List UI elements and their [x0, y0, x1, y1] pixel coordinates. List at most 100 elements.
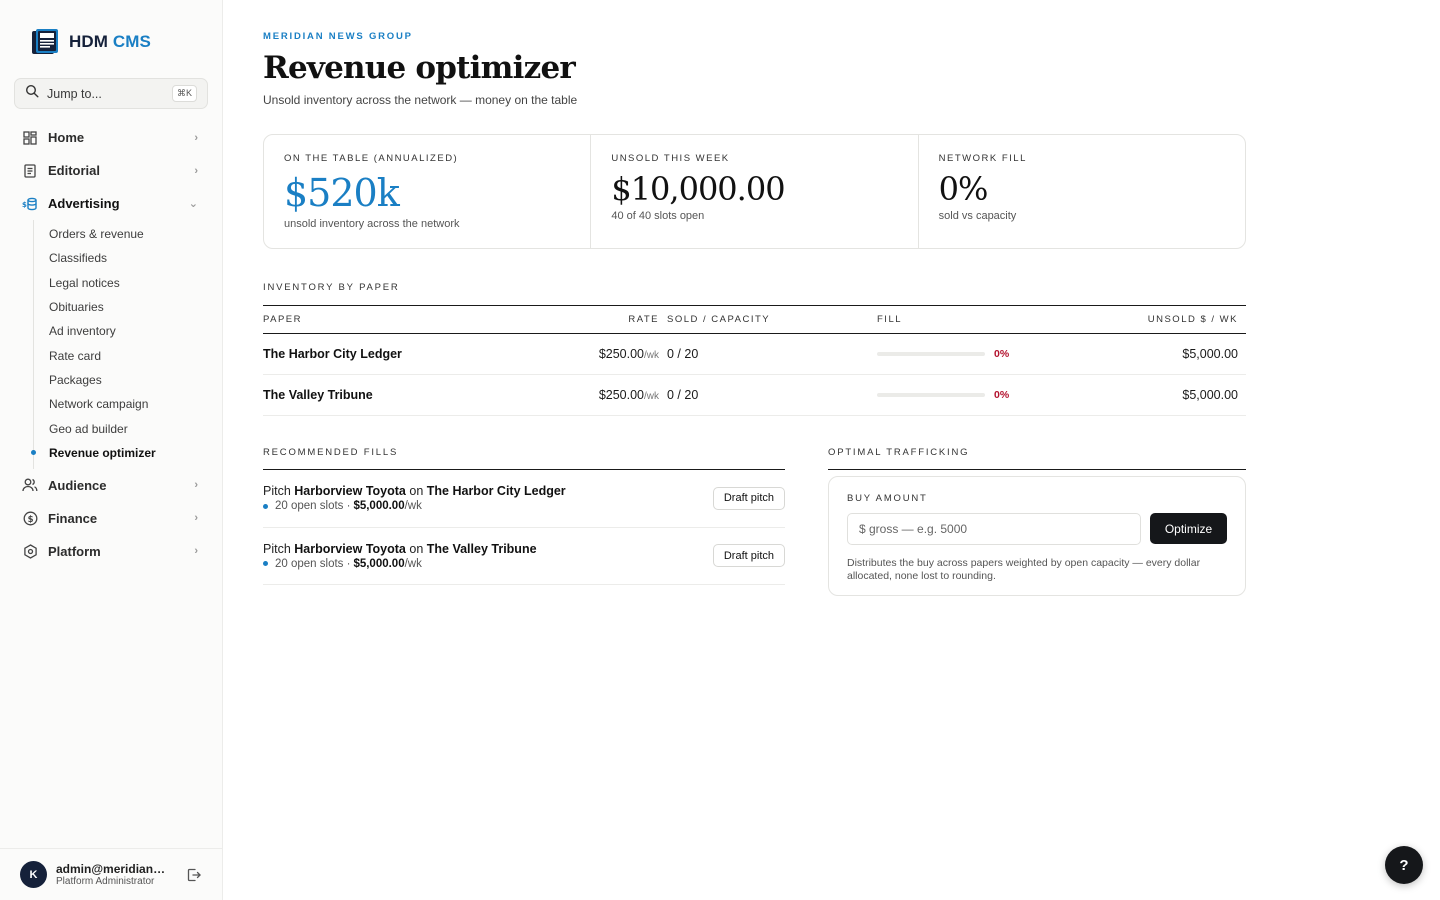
fill-cell: 0% — [877, 389, 1077, 401]
sub-item-geo-ad-builder[interactable]: Geo ad builder — [34, 416, 208, 440]
buy-amount-label: BUY AMOUNT — [847, 493, 928, 504]
recommended-list: Pitch Harborview Toyota on The Harbor Ci… — [263, 469, 785, 585]
sub-item-revenue-optimizer[interactable]: Revenue optimizer — [31, 441, 208, 465]
kpi-value: $10,000.00 — [611, 170, 785, 208]
sub-item-orders-revenue[interactable]: Orders & revenue — [34, 222, 208, 246]
page-title: Revenue optimizer — [263, 50, 576, 86]
inventory-table: PAPER RATE SOLD / CAPACITY FILL UNSOLD $… — [263, 305, 1246, 416]
status-dot-icon — [263, 503, 268, 509]
kpi-cards: ON THE TABLE (ANNUALIZED) $520k unsold i… — [263, 134, 1246, 249]
table-row[interactable]: The Harbor City Ledger $250.00/wk 0 / 20… — [263, 334, 1246, 375]
jump-to-placeholder: Jump to... — [47, 86, 102, 101]
jump-to-search[interactable]: Jump to... ⌘K — [14, 78, 208, 109]
nav-label: Platform — [48, 543, 101, 559]
column-header-sold[interactable]: SOLD / CAPACITY — [667, 314, 877, 325]
page-subtitle: Unsold inventory across the network — mo… — [263, 93, 578, 107]
logout-icon[interactable] — [186, 867, 202, 883]
fill-percent: 0% — [994, 348, 1010, 360]
paper-name: The Valley Tribune — [263, 388, 373, 402]
nav-item-finance[interactable]: $ Finance › — [14, 502, 208, 535]
unsold-amount: $5,000.00 — [1182, 347, 1238, 361]
table-header: PAPER RATE SOLD / CAPACITY FILL UNSOLD $… — [263, 306, 1246, 334]
kpi-label: ON THE TABLE (ANNUALIZED) — [284, 153, 459, 164]
sub-item-packages[interactable]: Packages — [34, 368, 208, 392]
kpi-subtext: unsold inventory across the network — [284, 217, 460, 230]
nav-item-home[interactable]: Home › — [14, 121, 208, 154]
draft-pitch-button[interactable]: Draft pitch — [712, 544, 785, 568]
user-info: admin@meridian.n... Platform Administrat… — [56, 862, 186, 887]
kpi-value: 0% — [938, 170, 989, 208]
table-row[interactable]: The Valley Tribune $250.00/wk 0 / 20 0% … — [263, 375, 1246, 416]
advertiser-name: Harborview Toyota — [294, 541, 406, 556]
kpi-label: NETWORK FILL — [938, 153, 1027, 164]
rate-unit: /wk — [644, 391, 659, 402]
recommendation-meta: 20 open slots · $5,000.00/wk — [263, 558, 713, 570]
rate-cell: $250.00/wk — [553, 347, 667, 361]
fill-bar — [877, 393, 985, 397]
fill-bar — [877, 352, 985, 356]
list-item: Pitch Harborview Toyota on The Harbor Ci… — [263, 470, 785, 528]
optimize-button[interactable]: Optimize — [1150, 513, 1227, 544]
buy-amount-row: Optimize — [847, 513, 1227, 545]
kpi-subtext: sold vs capacity — [938, 210, 1017, 223]
kpi-value: $520k — [284, 171, 400, 215]
nav-item-audience[interactable]: Audience › — [14, 469, 208, 502]
sidebar: HDM CMS Jump to... ⌘K Home › Editorial ›… — [0, 0, 223, 900]
sold-capacity: 0 / 20 — [667, 347, 699, 361]
rate-unit: /wk — [644, 350, 659, 361]
chevron-down-icon: ⌄ — [188, 198, 198, 210]
brand-name: HDM CMS — [69, 32, 151, 51]
column-header-rate[interactable]: RATE — [553, 314, 667, 325]
fill-percent: 0% — [994, 389, 1010, 401]
recommendation-meta: 20 open slots · $5,000.00/wk — [263, 500, 713, 512]
main-nav: Home › Editorial › $ Advertising ⌄ Order… — [14, 121, 208, 568]
nav-item-editorial[interactable]: Editorial › — [14, 154, 208, 187]
kpi-unsold-this-week: UNSOLD THIS WEEK $10,000.00 40 of 40 slo… — [591, 135, 919, 248]
newspaper-logo-icon — [31, 28, 59, 56]
money-stack-icon: $ — [22, 196, 38, 212]
inventory-section-label: INVENTORY BY PAPER — [263, 282, 400, 293]
brand[interactable]: HDM CMS — [31, 28, 151, 56]
buy-amount-input[interactable] — [847, 513, 1141, 545]
trafficking-card: BUY AMOUNT Optimize Distributes the buy … — [828, 476, 1246, 596]
sub-item-legal-notices[interactable]: Legal notices — [34, 271, 208, 295]
sub-item-ad-inventory[interactable]: Ad inventory — [34, 319, 208, 343]
sub-item-network-campaign[interactable]: Network campaign — [34, 392, 208, 416]
list-item: Pitch Harborview Toyota on The Valley Tr… — [263, 528, 785, 585]
avatar[interactable]: K — [20, 861, 47, 888]
trafficking-section-label: OPTIMAL TRAFFICKING — [828, 447, 970, 458]
user-email: admin@meridian.n... — [56, 862, 168, 876]
draft-pitch-button[interactable]: Draft pitch — [712, 486, 785, 510]
recommended-section-label: RECOMMENDED FILLS — [263, 447, 399, 458]
nav-label: Advertising — [48, 196, 120, 211]
sub-item-obituaries[interactable]: Obituaries — [34, 295, 208, 319]
kpi-label: UNSOLD THIS WEEK — [611, 153, 730, 164]
sub-item-rate-card[interactable]: Rate card — [34, 343, 208, 367]
paper-name: The Harbor City Ledger — [263, 347, 402, 361]
rate-cell: $250.00/wk — [553, 388, 667, 402]
hexagon-icon — [22, 543, 38, 559]
paper-name: The Valley Tribune — [426, 541, 537, 556]
user-role: Platform Administrator — [56, 876, 155, 887]
unsold-amount: $5,000.00 — [1182, 388, 1238, 402]
sub-item-classifieds[interactable]: Classifieds — [34, 246, 208, 270]
chevron-right-icon: › — [194, 479, 198, 492]
help-button[interactable]: ? — [1385, 846, 1423, 884]
user-card: K admin@meridian.n... Platform Administr… — [0, 848, 222, 900]
nav-label: Audience — [48, 477, 107, 493]
nav-item-advertising[interactable]: $ Advertising ⌄ — [14, 187, 208, 220]
advertiser-name: Harborview Toyota — [294, 484, 406, 499]
dollar-circle-icon: $ — [22, 510, 38, 526]
search-icon — [25, 84, 39, 103]
column-header-fill[interactable]: FILL — [877, 314, 1077, 325]
recommendation-text: Pitch Harborview Toyota on The Valley Tr… — [263, 541, 537, 556]
chevron-right-icon: › — [194, 131, 198, 144]
trafficking-note: Distributes the buy across papers weight… — [847, 557, 1201, 583]
column-header-paper[interactable]: PAPER — [263, 314, 553, 325]
column-header-unsold[interactable]: UNSOLD $ / WK — [1077, 314, 1246, 325]
kpi-network-fill: NETWORK FILL 0% sold vs capacity — [919, 135, 1245, 248]
nav-item-platform[interactable]: Platform › — [14, 535, 208, 568]
section-divider — [828, 469, 1246, 470]
svg-text:$: $ — [27, 515, 33, 525]
rate-value: $250.00 — [598, 347, 644, 361]
